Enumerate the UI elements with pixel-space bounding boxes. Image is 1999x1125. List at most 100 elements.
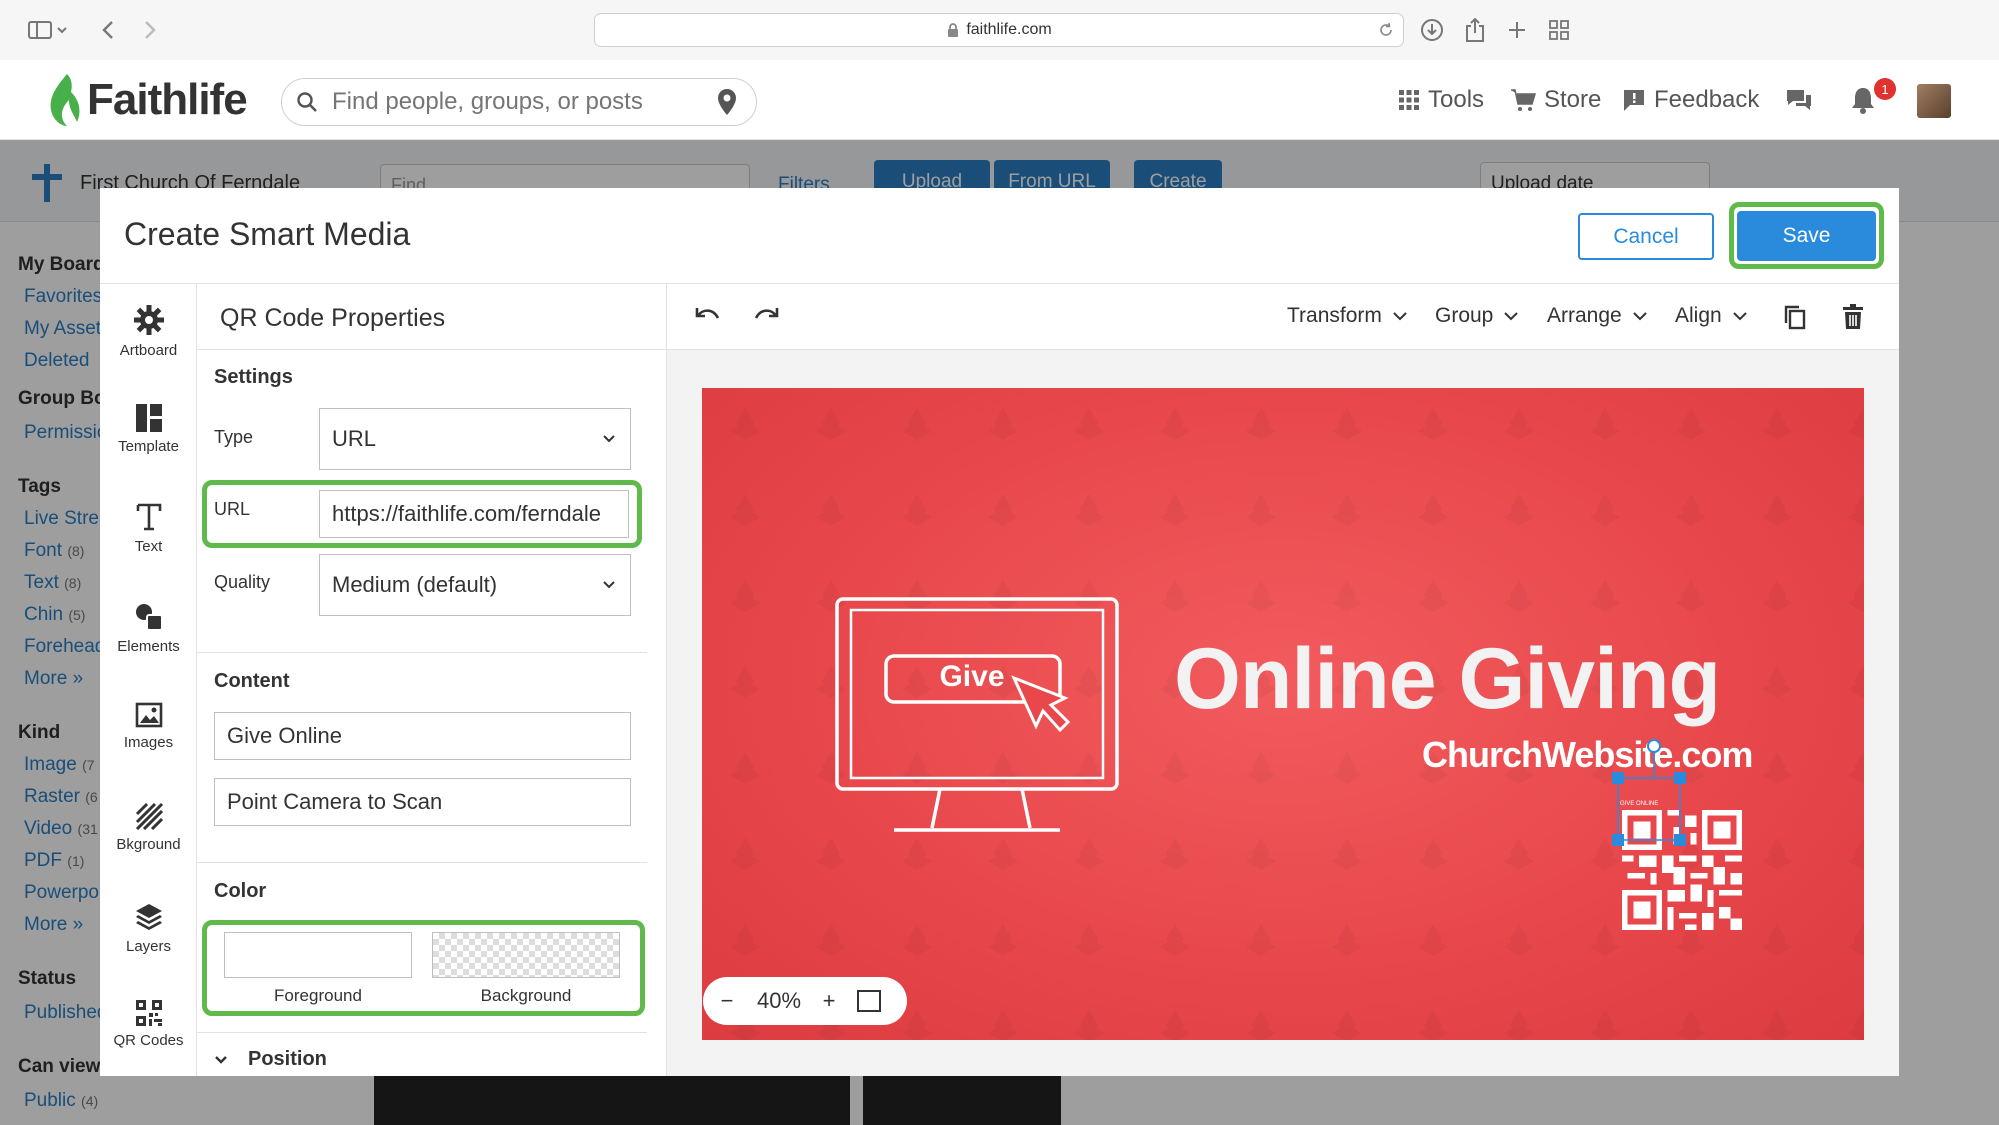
screen: faithlife.com Faithlife Tools xyxy=(0,0,1999,1125)
tool-images-label: Images xyxy=(123,734,174,751)
redo-icon xyxy=(754,308,779,319)
undo-icon xyxy=(695,308,720,319)
new-tab-button[interactable] xyxy=(1503,14,1531,46)
forward-button[interactable] xyxy=(136,14,164,46)
quality-select[interactable]: Medium (default) xyxy=(319,554,631,616)
canvas-toolbar: Transform Group Arrange Align xyxy=(667,284,1899,350)
position-section-toggle[interactable]: Position xyxy=(214,1048,327,1071)
tool-layers-label: Layers xyxy=(125,938,172,955)
brand-name: Faithlife xyxy=(87,75,248,124)
search-icon xyxy=(297,92,317,112)
selection-handles[interactable] xyxy=(1608,736,1688,876)
chevron-down-icon xyxy=(603,581,615,589)
settings-heading: Settings xyxy=(214,366,293,388)
arrange-menu[interactable]: Arrange xyxy=(1547,304,1648,328)
dialog-header: Create Smart Media Cancel Save xyxy=(100,188,1899,284)
save-button[interactable]: Save xyxy=(1737,211,1876,261)
duplicate-button[interactable] xyxy=(1783,304,1807,330)
headline-text[interactable]: Online Giving xyxy=(1174,630,1721,729)
quality-label: Quality xyxy=(214,572,271,592)
zoom-in-button[interactable]: + xyxy=(807,988,851,1014)
cancel-button[interactable]: Cancel xyxy=(1578,213,1714,260)
type-select[interactable]: URL xyxy=(319,408,631,470)
tool-text[interactable]: Text xyxy=(100,502,197,582)
trash-icon xyxy=(1843,304,1863,329)
transform-label: Transform xyxy=(1287,304,1382,327)
group-menu[interactable]: Group xyxy=(1435,304,1519,328)
tool-background-label: Bkground xyxy=(116,836,181,853)
tool-artboard[interactable]: Artboard xyxy=(100,304,197,384)
address-bar[interactable]: faithlife.com xyxy=(594,13,1404,47)
align-menu[interactable]: Align xyxy=(1675,304,1748,328)
divider xyxy=(197,862,647,863)
content-line1-value: Give Online xyxy=(227,723,342,748)
tool-qr-codes[interactable]: QR Codes xyxy=(100,1000,197,1076)
chevron-down-icon xyxy=(1633,312,1647,321)
bell-icon xyxy=(1852,88,1874,114)
foreground-swatch[interactable] xyxy=(224,932,412,978)
notifications-button[interactable] xyxy=(1850,82,1876,118)
nav-tools-label: Tools xyxy=(1428,86,1485,113)
position-heading: Position xyxy=(248,1048,327,1070)
text-icon xyxy=(136,503,161,531)
give-button-text: Give xyxy=(939,660,1005,693)
chevron-left-icon xyxy=(102,21,113,39)
template-icon xyxy=(135,404,162,432)
tool-images[interactable]: Images xyxy=(100,702,197,782)
nav-store[interactable]: Store xyxy=(1510,82,1601,118)
tab-overview-button[interactable] xyxy=(1545,14,1573,46)
back-button[interactable] xyxy=(94,14,122,46)
location-pin-icon[interactable] xyxy=(716,87,738,117)
tool-elements[interactable]: Elements xyxy=(100,602,197,682)
tool-elements-label: Elements xyxy=(117,638,180,655)
monitor-illustration xyxy=(835,597,1119,832)
tool-template[interactable]: Template xyxy=(100,404,197,484)
nav-feedback[interactable]: Feedback xyxy=(1622,82,1759,118)
site-search[interactable] xyxy=(281,78,757,126)
avatar[interactable] xyxy=(1917,84,1951,118)
faithlife-logo[interactable]: Faithlife xyxy=(45,72,248,128)
tab-grid-icon xyxy=(1549,20,1569,40)
share-button[interactable] xyxy=(1461,14,1489,46)
group-label: Group xyxy=(1435,304,1494,327)
tool-background[interactable]: Bkground xyxy=(100,802,197,882)
content-line2-input[interactable]: Point Camera to Scan xyxy=(214,778,631,826)
content-heading: Content xyxy=(214,670,290,692)
reload-icon[interactable] xyxy=(1377,21,1395,39)
tool-rail: Artboard Template Text Elements Images B… xyxy=(100,284,197,1076)
content-line1-input[interactable]: Give Online xyxy=(214,712,631,760)
background-swatch[interactable] xyxy=(432,932,620,978)
dialog-title: Create Smart Media xyxy=(124,216,411,252)
tool-layers[interactable]: Layers xyxy=(100,902,197,982)
chevron-right-icon xyxy=(145,21,156,39)
download-icon xyxy=(1421,19,1443,41)
flame-logo-icon xyxy=(50,74,80,126)
fit-to-screen-button[interactable] xyxy=(857,990,881,1012)
divider xyxy=(197,652,647,653)
nav-feedback-label: Feedback xyxy=(1654,86,1760,113)
properties-title: QR Code Properties xyxy=(220,304,446,332)
messages-button[interactable] xyxy=(1784,82,1814,118)
gear-icon xyxy=(133,305,164,335)
color-heading: Color xyxy=(214,880,267,902)
share-icon xyxy=(1466,17,1484,42)
artboard-canvas[interactable]: Give Online Giving ChurchWebsite.com GIV… xyxy=(702,388,1864,1040)
website-text[interactable]: ChurchWebsite.com xyxy=(1422,734,1753,776)
canvas-area: Transform Group Arrange Align Give Onlin… xyxy=(667,284,1899,1076)
search-input[interactable] xyxy=(332,88,712,116)
layers-icon xyxy=(135,904,162,930)
downloads-button[interactable] xyxy=(1418,14,1446,46)
chevron-down-icon xyxy=(603,435,615,443)
chevron-down-icon xyxy=(1393,312,1407,321)
url-input[interactable]: https://faithlife.com/ferndale xyxy=(319,490,629,538)
nav-tools[interactable]: Tools xyxy=(1398,82,1484,118)
undo-button[interactable] xyxy=(693,304,721,328)
transform-menu[interactable]: Transform xyxy=(1287,304,1408,328)
qr-code-icon xyxy=(135,1000,162,1026)
redo-button[interactable] xyxy=(753,304,781,328)
sidebar-toggle-button[interactable] xyxy=(20,14,74,46)
sidebar-icon xyxy=(28,21,67,39)
zoom-out-button[interactable]: − xyxy=(703,988,751,1014)
background-label: Background xyxy=(480,986,572,1005)
delete-button[interactable] xyxy=(1842,304,1864,330)
